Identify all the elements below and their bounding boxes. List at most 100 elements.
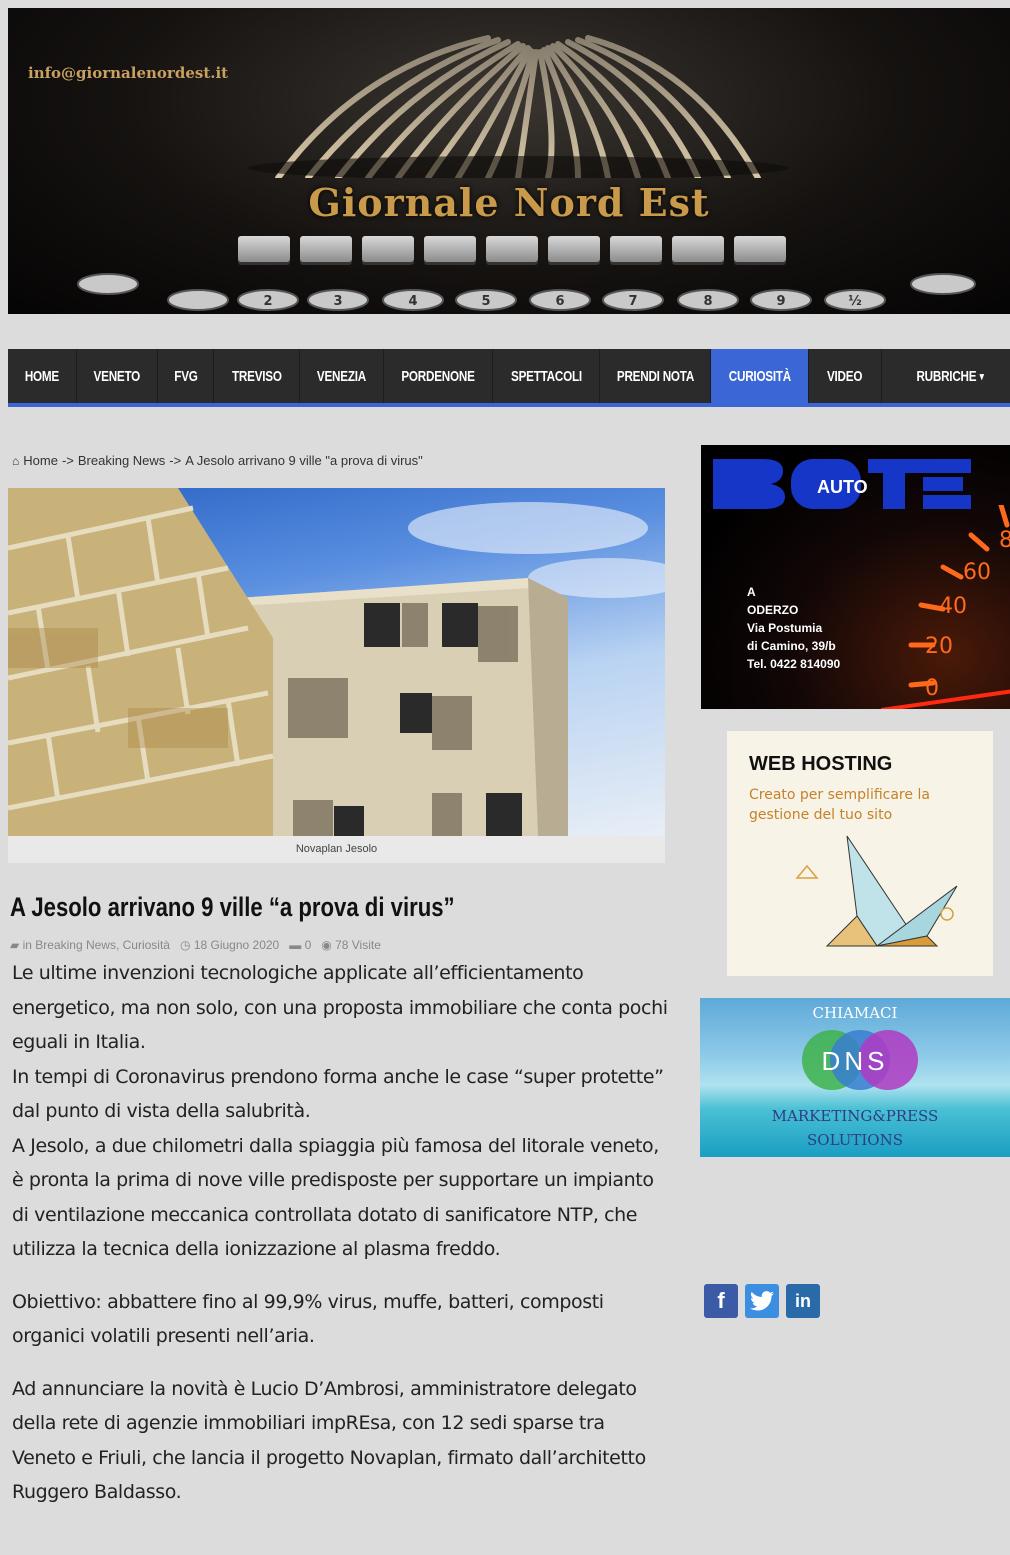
key-label: 4	[408, 294, 417, 309]
key	[424, 236, 476, 262]
key-label: 8	[703, 294, 712, 309]
key	[672, 236, 724, 262]
breadcrumb-separator: ->	[169, 453, 182, 468]
linkedin-icon[interactable]: in	[786, 1284, 820, 1318]
key	[238, 236, 290, 262]
nav-label: VENETO	[93, 367, 141, 385]
twitter-bird-glyph	[750, 1291, 774, 1311]
nav-item-venezia[interactable]: VENEZIA	[300, 349, 384, 403]
typewriter-typebars	[248, 35, 788, 178]
dns-tagline: MARKETING&PRESS SOLUTIONS	[700, 1104, 1010, 1152]
building-photo	[8, 488, 665, 836]
breadcrumb-section[interactable]: Breaking News	[78, 453, 165, 468]
category-links[interactable]: Breaking News, Curiosità	[35, 938, 170, 952]
address-line: di Camino, 39/b	[747, 639, 836, 653]
key-label: 6	[555, 294, 564, 309]
address-line: Via Postumia	[747, 621, 823, 635]
article-date: ◷ 18 Giugno 2020	[180, 938, 279, 952]
nav-label: HOME	[24, 367, 60, 385]
key-label: 9	[776, 294, 785, 309]
dns-tagline-line: SOLUTIONS	[807, 1131, 903, 1149]
nav-label: PRENDI NOTA	[616, 367, 694, 385]
nav-item-rubriche[interactable]: RUBRICHE ▾	[882, 349, 1010, 403]
image-caption: Novaplan Jesolo	[8, 836, 665, 863]
gauge-tick-label: 40	[939, 594, 967, 619]
meta-in-label: in	[22, 938, 32, 952]
article-views: ◉ 78 Visite	[321, 938, 381, 952]
nav-item-veneto[interactable]: VENETO	[77, 349, 158, 403]
typewriter-round-keys: 2 3 4 5 6 7 8 9 ½	[77, 273, 976, 311]
ad-dns-marketing[interactable]: CHIAMACI DNS MARKETING&PRESS SOLUTIONS	[700, 998, 1010, 1157]
nav-item-video[interactable]: VIDEO	[809, 349, 882, 403]
nav-item-fvg[interactable]: FVG	[158, 349, 214, 403]
origami-crane-icon	[795, 835, 958, 947]
nav-label: VENEZIA	[316, 367, 367, 385]
botter-auto-label: AUTO	[817, 477, 868, 497]
home-icon: ⌂	[12, 453, 20, 468]
header-email: info@giornalenordest.it	[28, 64, 229, 82]
folder-icon: ▰	[10, 938, 20, 952]
breadcrumb-current: A Jesolo arrivano 9 ville "a prova di vi…	[185, 453, 423, 468]
gauge-tick-label: 0	[925, 676, 939, 701]
article-hero-image[interactable]	[8, 488, 665, 836]
comments-count: 0	[304, 938, 312, 952]
address-phone: Tel. 0422 814090	[747, 657, 841, 671]
key-label: ½	[848, 294, 861, 309]
ad-botter-auto[interactable]: AUTO A ODERZO Via Postumia di Camino, 39…	[701, 445, 1010, 709]
dns-tagline-line: MARKETING&PRESS	[771, 1107, 939, 1125]
nav-item-treviso[interactable]: TREVISO	[214, 349, 300, 403]
key-label: 2	[263, 294, 272, 309]
chevron-down-icon: ▾	[979, 370, 984, 383]
paragraph: A Jesolo, a due chilometri dalla spiaggi…	[12, 1134, 659, 1261]
clock-icon: ◷	[179, 938, 191, 952]
dns-cta: CHIAMACI	[812, 1004, 898, 1022]
nav-item-home[interactable]: HOME	[8, 349, 77, 403]
paragraph: Ad annunciare la novità è Lucio D’Ambros…	[12, 1377, 646, 1504]
article-categories: ▰ in Breaking News, Curiosità	[10, 938, 170, 952]
main-nav: HOME VENETO FVG TREVISO VENEZIA PORDENON…	[8, 349, 1010, 407]
date-value: 18 Giugno 2020	[193, 938, 280, 952]
key	[734, 236, 786, 262]
gauge-tick-label: 20	[925, 634, 953, 659]
breadcrumb-separator: ->	[61, 453, 74, 468]
key	[300, 236, 352, 262]
nav-item-curiosita[interactable]: CURIOSITÀ	[711, 349, 809, 403]
nav-item-prendi-nota[interactable]: PRENDI NOTA	[600, 349, 711, 403]
facebook-icon[interactable]: f	[704, 1284, 738, 1318]
dns-logo-text: DNS	[821, 1046, 889, 1076]
key	[548, 236, 600, 262]
article-title: A Jesolo arrivano 9 ville “a prova di vi…	[10, 892, 455, 922]
site-brand: Giornale Nord Est	[308, 180, 710, 225]
eye-icon: ◉	[321, 938, 332, 952]
nav-label: SPETTACOLI	[510, 367, 582, 385]
hosting-subtitle: Creato per semplificare la gestione del …	[749, 787, 930, 823]
nav-label: CURIOSITÀ	[728, 367, 791, 385]
nav-label: PORDENONE	[401, 367, 475, 385]
article-body: Le ultime invenzioni tecnologiche applic…	[12, 956, 672, 1510]
nav-item-pordenone[interactable]: PORDENONE	[384, 349, 493, 403]
typewriter-keys-row	[238, 236, 838, 266]
social-share: f in	[704, 1284, 820, 1318]
key	[486, 236, 538, 262]
key-label: 7	[628, 294, 637, 309]
paragraph: Le ultime invenzioni tecnologiche applic…	[12, 962, 668, 1053]
key	[610, 236, 662, 262]
botter-address: A ODERZO Via Postumia di Camino, 39/b Te…	[747, 583, 840, 673]
twitter-icon[interactable]	[745, 1284, 779, 1318]
nav-label: VIDEO	[827, 367, 863, 385]
ad-web-hosting[interactable]: WEB HOSTING Creato per semplificare la g…	[727, 731, 993, 976]
speedometer-graphic: 80 60 40 20 0	[881, 505, 1010, 709]
comment-icon: ▬	[289, 938, 302, 952]
article-meta: ▰ in Breaking News, Curiosità ◷ 18 Giugn…	[10, 938, 381, 952]
nav-label: RUBRICHE	[916, 367, 977, 385]
key	[362, 236, 414, 262]
breadcrumb-home[interactable]: Home	[23, 453, 58, 468]
hosting-title: WEB HOSTING	[749, 753, 893, 775]
nav-item-spettacoli[interactable]: SPETTACOLI	[493, 349, 600, 403]
paragraph: Obiettivo: abbattere fino al 99,9% virus…	[12, 1290, 604, 1348]
gauge-tick-label: 80	[999, 528, 1010, 553]
header-banner[interactable]: info@giornalenordest.it Giornale Nord Es…	[8, 8, 1010, 314]
breadcrumb: ⌂ Home -> Breaking News -> A Jesolo arri…	[12, 453, 423, 468]
article-comments[interactable]: ▬ 0	[289, 938, 311, 952]
gauge-tick-label: 60	[963, 560, 991, 585]
